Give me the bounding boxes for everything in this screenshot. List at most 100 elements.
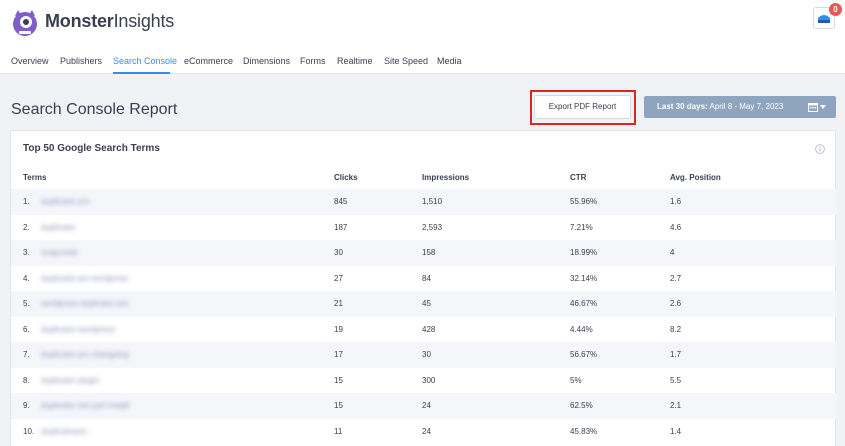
impressions-value: 24 xyxy=(422,401,431,410)
table-body: 1. duplicator pro 845 1,510 55.96% 1.6 2… xyxy=(11,189,837,444)
row-number: 9. xyxy=(23,401,30,410)
monster-logo-icon[interactable] xyxy=(10,8,40,38)
clicks-value: 30 xyxy=(334,248,343,257)
avg-position-value: 8.2 xyxy=(670,324,682,334)
ctr-value: 62.5% xyxy=(570,401,593,410)
row-number: 7. xyxy=(23,350,30,359)
tab-media[interactable]: Media xyxy=(437,56,462,66)
table-row: 4. duplicator pro wordpress 27 84 32.14%… xyxy=(11,266,837,292)
avg-position-value: 5.5 xyxy=(670,375,682,385)
clicks-value: 187 xyxy=(334,222,348,232)
brand-name[interactable]: MonsterInsights xyxy=(45,11,174,32)
clicks-value: 21 xyxy=(334,299,343,308)
table-header: Terms Clicks Impressions CTR Avg. Positi… xyxy=(11,169,837,189)
tab-site-speed[interactable]: Site Speed xyxy=(384,56,428,66)
avg-position-value: 1.6 xyxy=(670,197,682,206)
avg-position-value: 2.1 xyxy=(670,401,682,410)
clicks-value: 11 xyxy=(334,426,343,436)
avg-position-value: 2.7 xyxy=(670,273,682,283)
search-term: wordpress duplicator pro xyxy=(41,299,129,308)
search-terms-card: Top 50 Google Search Terms Terms Clicks … xyxy=(10,130,837,446)
impressions-value: 158 xyxy=(422,248,436,257)
clicks-value: 27 xyxy=(334,273,343,283)
table-row: 10. duplicatorpro 11 24 45.83% 1.4 xyxy=(11,419,837,445)
notification-count-badge: 0 xyxy=(829,3,842,16)
impressions-value: 45 xyxy=(422,299,431,308)
table-row: 1. duplicator pro 845 1,510 55.96% 1.6 xyxy=(11,189,837,215)
table-row: 3. snapcreek 30 158 18.99% 4 xyxy=(11,240,837,266)
brand-part-insights: Insights xyxy=(113,11,175,31)
date-range-value: April 8 - May 7, 2023 xyxy=(707,102,784,111)
table-row: 7. duplicator pro changelog 17 30 56.67%… xyxy=(11,342,837,368)
row-number: 3. xyxy=(23,248,30,257)
ctr-value: 5% xyxy=(570,375,582,385)
search-term: duplicator two part install xyxy=(41,401,130,410)
ctr-value: 45.83% xyxy=(570,426,598,436)
avg-position-value: 2.6 xyxy=(670,299,682,308)
row-number: 2. xyxy=(23,222,30,232)
table-row: 6. duplicator wordpress 19 428 4.44% 8.2 xyxy=(11,317,837,343)
impressions-value: 300 xyxy=(422,375,436,385)
row-number: 10. xyxy=(23,426,35,436)
ctr-value: 4.44% xyxy=(570,324,593,334)
ctr-value: 7.21% xyxy=(570,222,593,232)
avg-position-value: 1.4 xyxy=(670,426,682,436)
impressions-value: 30 xyxy=(422,350,431,359)
impressions-value: 84 xyxy=(422,273,431,283)
search-term: duplicator pro changelog xyxy=(41,350,129,359)
ctr-value: 32.14% xyxy=(570,273,598,283)
avg-position-value: 4 xyxy=(670,248,675,257)
card-title: Top 50 Google Search Terms xyxy=(23,143,160,154)
tab-forms[interactable]: Forms xyxy=(300,56,326,66)
app-header: MonsterInsights 0 xyxy=(0,0,845,46)
clicks-value: 845 xyxy=(334,197,348,206)
table-row: 2. duplicator 187 2,593 7.21% 4.6 xyxy=(11,215,837,241)
table-row: 8. duplicator plugin 15 300 5% 5.5 xyxy=(11,368,837,394)
tab-realtime[interactable]: Realtime xyxy=(337,56,373,66)
column-header-terms: Terms xyxy=(23,173,47,182)
column-header-ctr: CTR xyxy=(570,173,587,182)
export-pdf-button[interactable]: Export PDF Report xyxy=(534,95,631,119)
tab-search-console[interactable]: Search Console xyxy=(113,56,177,66)
search-term: duplicator pro xyxy=(41,197,90,206)
date-range-button[interactable]: Last 30 days: April 8 - May 7, 2023 xyxy=(644,96,836,118)
info-icon[interactable] xyxy=(815,144,825,154)
ctr-value: 55.96% xyxy=(570,197,598,206)
impressions-value: 428 xyxy=(422,324,436,334)
brand-part-monster: Monster xyxy=(45,11,114,31)
clicks-value: 17 xyxy=(334,350,343,359)
date-range-label: Last 30 days: xyxy=(657,102,708,111)
clicks-value: 15 xyxy=(334,375,343,385)
row-number: 1. xyxy=(23,197,30,206)
table-row: 5. wordpress duplicator pro 21 45 46.67%… xyxy=(11,291,837,317)
row-number: 4. xyxy=(23,273,30,283)
search-term: duplicatorpro xyxy=(41,426,88,436)
tab-publishers[interactable]: Publishers xyxy=(60,56,102,66)
page-title: Search Console Report xyxy=(11,101,178,118)
impressions-value: 2,593 xyxy=(422,222,443,232)
search-term: duplicator plugin xyxy=(41,375,100,385)
column-header-clicks: Clicks xyxy=(334,173,358,182)
tab-overview[interactable]: Overview xyxy=(11,56,49,66)
row-number: 8. xyxy=(23,375,30,385)
ctr-value: 56.67% xyxy=(570,350,598,359)
avg-position-value: 4.6 xyxy=(670,222,682,232)
search-term: snapcreek xyxy=(41,248,78,257)
search-term: duplicator pro wordpress xyxy=(41,273,129,283)
column-header-impressions: Impressions xyxy=(422,173,470,182)
chevron-down-icon xyxy=(820,105,826,109)
column-header-avg-position: Avg. Position xyxy=(670,173,721,182)
search-term: duplicator xyxy=(41,222,76,232)
clicks-value: 15 xyxy=(334,401,343,410)
row-number: 5. xyxy=(23,299,30,308)
clicks-value: 19 xyxy=(334,324,343,334)
active-tab-indicator xyxy=(113,72,170,74)
table-row: 9. duplicator two part install 15 24 62.… xyxy=(11,393,837,419)
impressions-value: 1,510 xyxy=(422,197,443,206)
tab-dimensions[interactable]: Dimensions xyxy=(243,56,290,66)
ctr-value: 46.67% xyxy=(570,299,598,308)
calendar-icon xyxy=(808,103,818,112)
impressions-value: 24 xyxy=(422,426,431,436)
avg-position-value: 1.7 xyxy=(670,350,682,359)
tab-ecommerce[interactable]: eCommerce xyxy=(184,56,233,66)
